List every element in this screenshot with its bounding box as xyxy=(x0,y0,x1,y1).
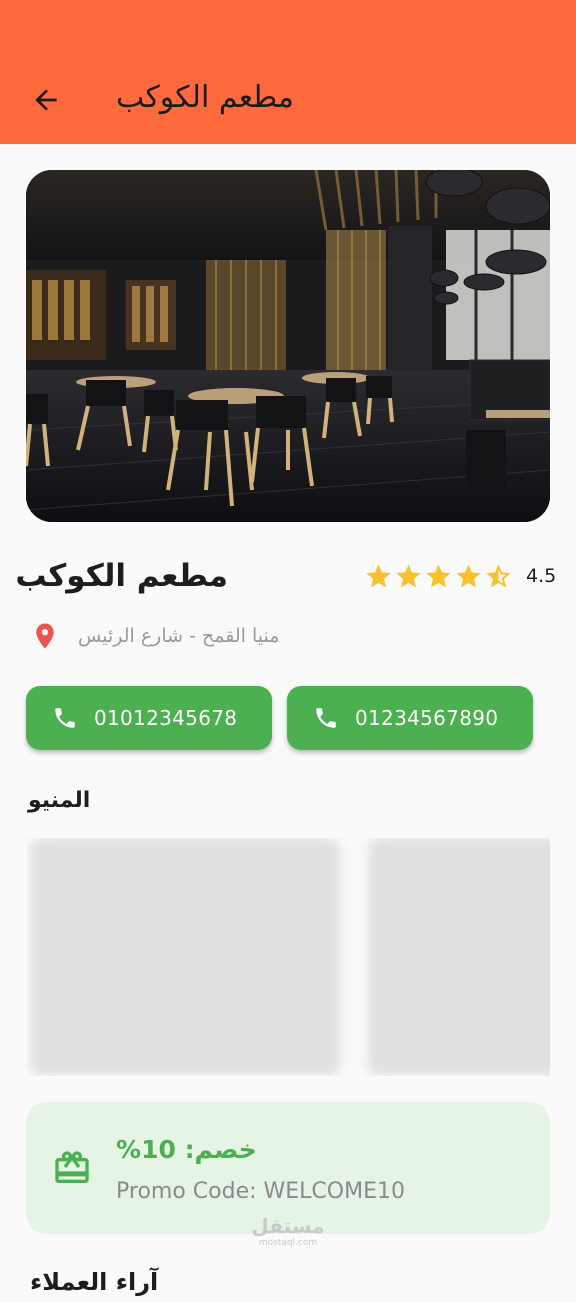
star-filled-icon xyxy=(426,563,451,587)
restaurant-image xyxy=(26,170,550,522)
star-filled-icon xyxy=(366,563,391,587)
rating-value: 4.5 xyxy=(526,565,557,587)
phone-number-2: 01234567890 xyxy=(355,706,499,730)
promo-discount: %خصم: 10 xyxy=(116,1135,257,1164)
phone-icon xyxy=(55,708,75,728)
menu-section-title: المنيو xyxy=(28,788,91,813)
gift-card-icon xyxy=(55,1151,89,1183)
watermark-sub: mostaql.com xyxy=(258,1238,318,1248)
star-half-icon xyxy=(486,563,511,587)
restaurant-name: مطعم الكوكب xyxy=(15,558,228,594)
call-button-2[interactable]: 01234567890 xyxy=(287,686,533,750)
menu-item-placeholder[interactable] xyxy=(368,838,550,1076)
menu-item-placeholder[interactable] xyxy=(30,838,340,1076)
star-filled-icon xyxy=(396,563,421,587)
address-text: منيا القمح - شارع الرئيس xyxy=(78,625,280,647)
phone-number-1: 01012345678 xyxy=(94,706,238,730)
arrow-back-icon xyxy=(35,89,57,111)
menu-carousel[interactable] xyxy=(26,838,550,1076)
page-title: مطعم الكوكب xyxy=(116,80,294,115)
call-button-1[interactable]: 01012345678 xyxy=(26,686,272,750)
phone-icon xyxy=(316,708,336,728)
app-bar: مطعم الكوكب xyxy=(0,0,576,144)
address: منيا القمح - شارع الرئيس xyxy=(30,618,279,654)
back-button[interactable] xyxy=(24,80,68,120)
watermark-main: مستقل xyxy=(251,1214,325,1238)
reviews-section-title: آراء العملاء xyxy=(30,1268,159,1296)
promo-code[interactable]: Promo Code: WELCOME10 xyxy=(116,1176,405,1208)
star-filled-icon xyxy=(456,563,481,587)
watermark-logo: مستقل mostaql.com xyxy=(250,1214,326,1248)
rating: 4.5 xyxy=(364,560,556,592)
location-pin-icon xyxy=(36,623,54,649)
